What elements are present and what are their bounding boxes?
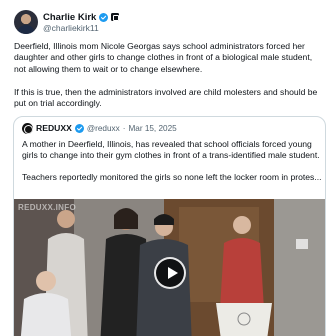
video-thumbnail[interactable]: REDUXX.INFO [14, 199, 325, 336]
quoted-paragraph: A mother in Deerfield, Illinois, has rev… [22, 139, 320, 161]
play-icon[interactable] [154, 257, 186, 289]
author-handle[interactable]: @charliekirk11 [43, 23, 99, 33]
post-paragraph: Deerfield, Illinois mom Nicole Georgas s… [14, 41, 313, 74]
quoted-author-handle: @reduxx [86, 123, 120, 133]
author-name[interactable]: Charlie Kirk [43, 12, 96, 23]
author-name-row: Charlie Kirk [43, 11, 120, 23]
verified-badge-icon [99, 12, 109, 22]
avatar[interactable] [14, 10, 38, 34]
affiliation-badge-icon[interactable] [111, 13, 120, 21]
post: Charlie Kirk @charliekirk11 Deerfield, I… [0, 0, 336, 336]
verified-badge-icon [74, 123, 84, 133]
quoted-post-date: Mar 15, 2025 [128, 123, 177, 133]
quoted-avatar [22, 122, 33, 134]
quoted-author-name: REDUXX [36, 123, 72, 133]
quoted-paragraph: Teachers reportedly monitored the girls … [22, 172, 322, 183]
post-header: Charlie Kirk @charliekirk11 [14, 10, 324, 36]
quoted-post-text: A mother in Deerfield, Illinois, has rev… [22, 139, 322, 184]
post-text: Deerfield, Illinois mom Nicole Georgas s… [14, 41, 326, 110]
post-paragraph: If this is true, then the administrators… [14, 86, 318, 109]
video-watermark: REDUXX.INFO [18, 203, 76, 212]
quoted-post-header: REDUXX @reduxx · Mar 15, 2025 [22, 122, 177, 134]
separator-dot: · [122, 123, 126, 133]
quoted-post[interactable]: REDUXX @reduxx · Mar 15, 2025 A mother i… [13, 116, 326, 336]
